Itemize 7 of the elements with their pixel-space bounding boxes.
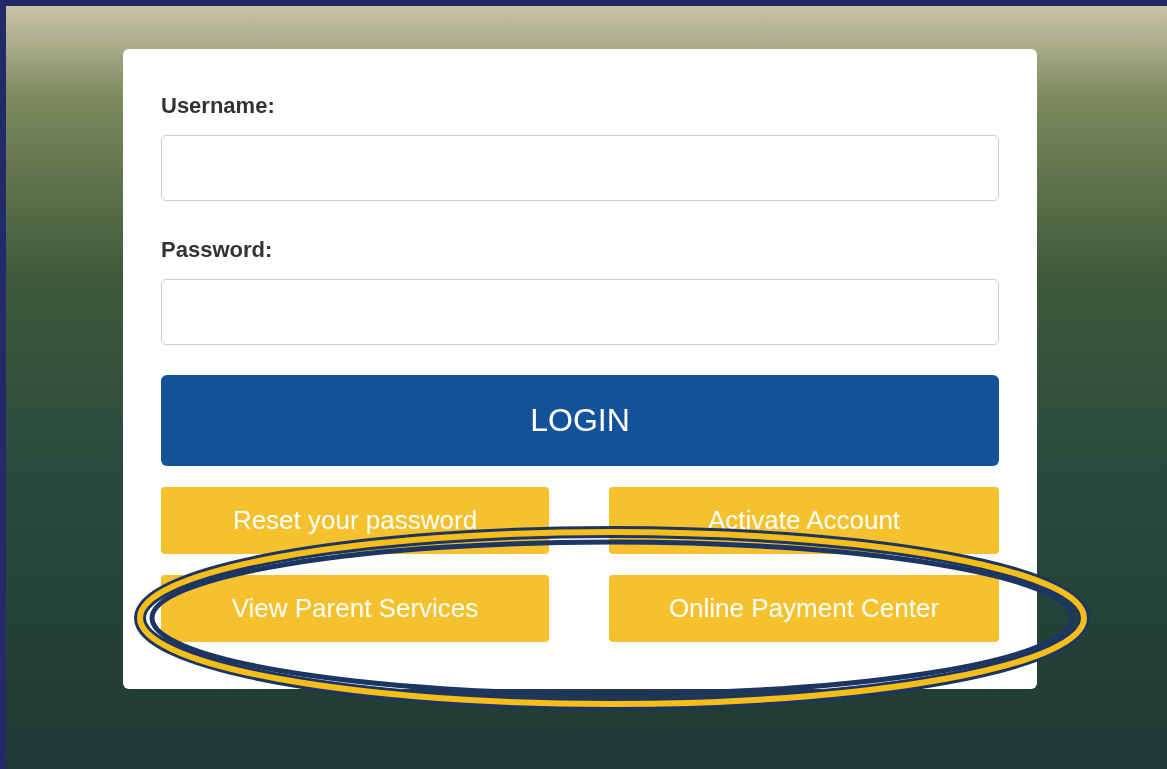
input-field[interactable] xyxy=(161,279,999,345)
login-button[interactable]: LOGIN xyxy=(161,375,999,466)
link-button[interactable]: View Parent Services xyxy=(161,575,549,642)
link-button[interactable]: Online Payment Center xyxy=(609,575,999,642)
field-label: Username: xyxy=(161,93,276,119)
input-field[interactable] xyxy=(161,135,999,201)
field-label: Password: xyxy=(161,237,274,263)
